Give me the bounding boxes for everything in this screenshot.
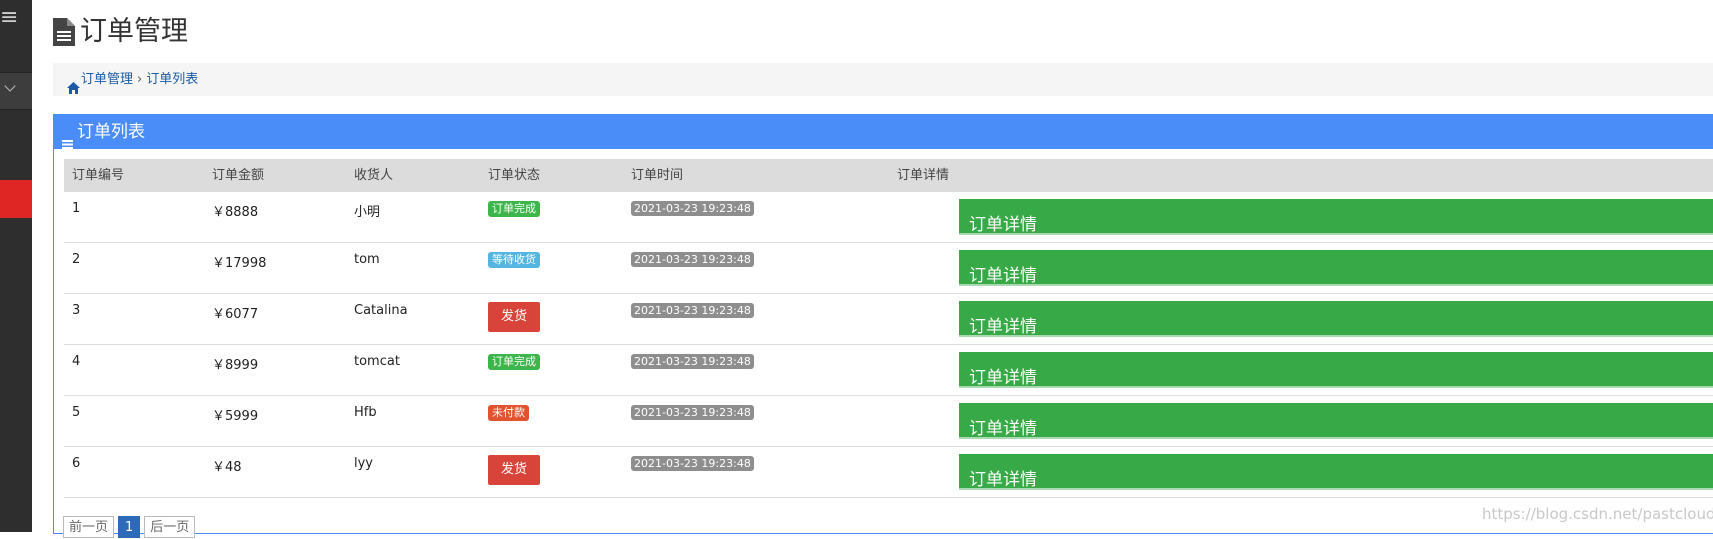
home-icon [67, 74, 80, 94]
order-detail-label: 订单详情 [969, 470, 1037, 490]
order-time: 2021-03-23 19:23:48 [631, 456, 754, 471]
order-id: 2 [72, 252, 81, 267]
order-detail-label: 订单详情 [969, 215, 1037, 235]
order-receiver: Catalina [354, 303, 408, 318]
sidebar-item-active[interactable] [0, 180, 32, 218]
status-badge: 等待收货 [488, 252, 540, 268]
order-amount: ￥8999 [212, 358, 259, 373]
orders-table: 订单编号 订单金额 收货人 订单状态 订单时间 订单详情 1 ￥8888 小明 … [64, 159, 1713, 498]
page-title: 订单管理 [80, 16, 188, 47]
order-detail-label: 订单详情 [969, 266, 1037, 286]
order-detail-dropdown[interactable]: 订单详情 [959, 352, 1713, 388]
watermark: https://blog.csdn.net/pastclouds [1482, 505, 1713, 523]
order-id: 5 [72, 405, 81, 420]
order-detail-label: 订单详情 [969, 317, 1037, 337]
order-id: 3 [72, 303, 81, 318]
order-receiver: Hfb [354, 405, 377, 420]
order-time: 2021-03-23 19:23:48 [631, 354, 754, 369]
table-header: 订单编号 订单金额 收货人 订单状态 订单时间 订单详情 [64, 159, 1713, 192]
chevron-down-icon [4, 80, 16, 92]
ship-button[interactable]: 发货 [488, 455, 540, 485]
pagination: 前一页 1 后一页 [63, 516, 199, 538]
order-time-cell: 2021-03-23 19:23:48 [623, 243, 889, 293]
menu-toggle-icon[interactable]: ≡ [0, 4, 18, 32]
col-receiver: 收货人 [354, 168, 394, 183]
table-row: 4 ￥8999 tomcat 订单完成 2021-03-23 19:23:48 … [64, 345, 1713, 396]
order-status-cell: 订单完成 [480, 345, 623, 395]
order-time-cell: 2021-03-23 19:23:48 [623, 396, 889, 446]
order-list-panel: 订单列表 订单编号 订单金额 收货人 订单状态 订单时间 订单详情 1 ￥888… [53, 114, 1713, 534]
order-receiver: 小明 [354, 205, 381, 220]
panel-title: 订单列表 [77, 122, 145, 142]
panel-header: 订单列表 [54, 115, 1713, 149]
table-row: 2 ￥17998 tom 等待收货 2021-03-23 19:23:48 订单… [64, 243, 1713, 294]
order-detail-dropdown[interactable]: 订单详情 [959, 250, 1713, 286]
table-row: 3 ￥6077 Catalina 发货 2021-03-23 19:23:48 … [64, 294, 1713, 345]
order-time-cell: 2021-03-23 19:23:48 [623, 192, 889, 242]
order-detail-dropdown[interactable]: 订单详情 [959, 454, 1713, 490]
status-badge: 订单完成 [488, 354, 540, 370]
order-time-cell: 2021-03-23 19:23:48 [623, 345, 889, 395]
next-page-button[interactable]: 后一页 [144, 516, 196, 538]
order-status-cell: 等待收货 [480, 243, 623, 293]
order-status-cell: 未付款 [480, 396, 623, 446]
breadcrumb-separator: › [137, 72, 143, 87]
page-header: 订单管理 [53, 14, 188, 50]
breadcrumb-home-link[interactable]: 订单管理 [81, 63, 133, 96]
status-badge: 订单完成 [488, 201, 540, 217]
order-status-cell: 订单完成 [480, 192, 623, 242]
table-row: 1 ￥8888 小明 订单完成 2021-03-23 19:23:48 订单详情 [64, 192, 1713, 243]
table-row: 5 ￥5999 Hfb 未付款 2021-03-23 19:23:48 订单详情 [64, 396, 1713, 447]
breadcrumb: 订单管理 › 订单列表 [53, 63, 1713, 96]
order-detail-dropdown[interactable]: 订单详情 [959, 403, 1713, 439]
order-detail-dropdown[interactable]: 订单详情 [959, 301, 1713, 337]
order-time: 2021-03-23 19:23:48 [631, 303, 754, 318]
order-receiver: tomcat [354, 354, 400, 369]
col-order-id: 订单编号 [72, 168, 125, 183]
prev-page-button[interactable]: 前一页 [63, 516, 115, 538]
order-time-cell: 2021-03-23 19:23:48 [623, 294, 889, 344]
sidebar: ≡ [0, 0, 32, 532]
order-time: 2021-03-23 19:23:48 [631, 252, 754, 267]
order-amount: ￥48 [212, 460, 242, 475]
col-status: 订单状态 [488, 168, 541, 183]
order-receiver: tom [354, 252, 380, 267]
table-row: 6 ￥48 lyy 发货 2021-03-23 19:23:48 订单详情 [64, 447, 1713, 498]
order-amount: ￥17998 [212, 256, 267, 271]
order-time-cell: 2021-03-23 19:23:48 [623, 447, 889, 497]
bars-icon [62, 127, 73, 149]
col-time: 订单时间 [631, 168, 684, 183]
order-id: 6 [72, 456, 81, 471]
sidebar-dropdown[interactable] [0, 72, 32, 110]
order-amount: ￥6077 [212, 307, 259, 322]
breadcrumb-current[interactable]: 订单列表 [146, 63, 198, 96]
order-time: 2021-03-23 19:23:48 [631, 405, 754, 420]
current-page[interactable]: 1 [118, 516, 141, 538]
order-status-cell: 发货 [480, 447, 623, 497]
order-id: 4 [72, 354, 81, 369]
order-status-cell: 发货 [480, 294, 623, 344]
order-detail-label: 订单详情 [969, 419, 1037, 439]
order-detail-label: 订单详情 [969, 368, 1037, 388]
file-text-icon [53, 18, 75, 46]
order-detail-dropdown[interactable]: 订单详情 [959, 199, 1713, 235]
status-badge: 未付款 [488, 405, 529, 421]
order-amount: ￥8888 [212, 205, 259, 220]
col-detail: 订单详情 [897, 168, 950, 183]
order-receiver: lyy [354, 456, 373, 471]
order-amount: ￥5999 [212, 409, 259, 424]
col-amount: 订单金额 [212, 168, 265, 183]
order-time: 2021-03-23 19:23:48 [631, 201, 754, 216]
order-id: 1 [72, 201, 81, 216]
ship-button[interactable]: 发货 [488, 302, 540, 332]
